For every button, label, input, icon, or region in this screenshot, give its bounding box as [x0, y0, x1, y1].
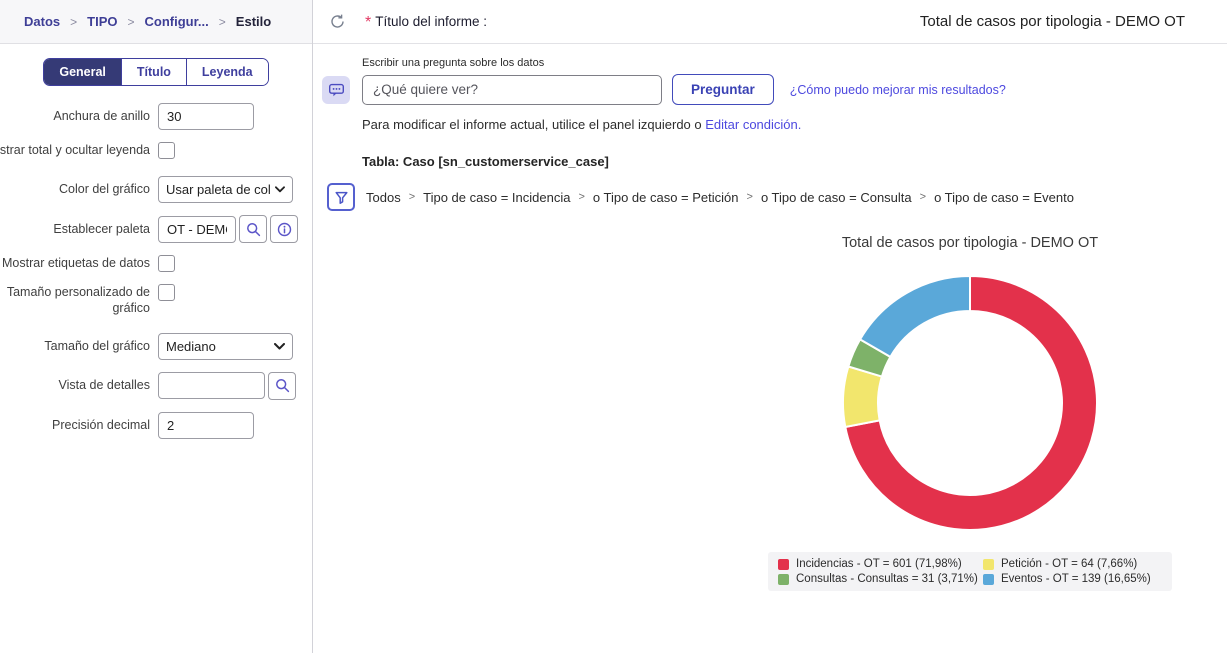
modify-hint: Para modificar el informe actual, utilic… [362, 117, 1227, 132]
filter-condition-o-tipo-de-caso-consulta[interactable]: o Tipo de caso = Consulta [761, 190, 912, 205]
filter-condition-todos[interactable]: Todos [366, 190, 401, 205]
legend-swatch [983, 573, 994, 585]
refresh-button[interactable] [323, 8, 351, 36]
donut-chart [842, 274, 1098, 531]
filter-funnel-icon [334, 191, 348, 204]
report-designer: Datos > TIPO > Configur... > Estilo General Tít… [0, 0, 1227, 653]
search-icon [246, 222, 260, 236]
modify-hint-text: Para modificar el informe actual, utilic… [362, 117, 702, 132]
filter-row: Todos > Tipo de caso = Incidencia > o Tipo d… [327, 183, 1227, 211]
ring-width-label: Anchura de anillo [53, 109, 150, 124]
drilldown-input[interactable] [158, 372, 265, 399]
ask-label: Escribir una pregunta sobre los datos [362, 57, 545, 69]
chart-color-label: Color del gráfico [58, 182, 150, 197]
donut-slice-eventos-ot[interactable] [858, 274, 971, 359]
filter-separator: > [919, 191, 927, 203]
custom-size-checkbox[interactable] [158, 284, 175, 301]
tab-general[interactable]: General [44, 59, 121, 85]
chart-legend: Incidencias - OT = 601 (71,98%) Petición … [768, 552, 1172, 591]
palette-info-button[interactable] [270, 215, 298, 243]
style-tabs: General Título Leyenda [43, 58, 269, 86]
filter-condition-tipo-de-caso-incidencia[interactable]: Tipo de caso = Incidencia [423, 190, 570, 205]
legend-item-consultas-consultas[interactable]: Consultas - Consultas = 31 (3,71%) [778, 573, 983, 585]
drilldown-label: Vista de detalles [58, 378, 151, 393]
info-icon [277, 222, 291, 236]
report-main: * Título del informe : Total de casos po… [313, 0, 1227, 653]
style-settings-panel: GeneralTítuloLeyenda Anchura de anillo M… [0, 44, 312, 653]
form-row-precision: Precisión decimal [0, 411, 312, 439]
show-total-label: Mostrar total y ocultar leyenda [0, 143, 150, 158]
legend-item-eventos-ot[interactable]: Eventos - OT = 139 (16,65%) [983, 573, 1162, 585]
improve-results-link[interactable]: ¿Cómo puedo mejorar mis resultados? [790, 83, 1006, 97]
form-row-custom-size: Tamaño personalizado de gráfico [0, 284, 312, 317]
legend-label: Petición - OT = 64 (7,66%) [1001, 558, 1138, 570]
breadcrumb-item-configur[interactable]: Configur... [145, 14, 209, 29]
data-labels-label: Mostrar etiquetas de datos [2, 256, 150, 271]
filter-condition-o-tipo-de-caso-peticion[interactable]: o Tipo de caso = Petición [593, 190, 739, 205]
table-info: Tabla: Caso [sn_customerservice_case] [362, 154, 609, 169]
breadcrumb-item-tipo[interactable]: TIPO [87, 14, 117, 29]
custom-size-label: Tamaño personalizado de gráfico [6, 285, 150, 316]
form-row-drilldown: Vista de detalles [0, 371, 312, 400]
legend-swatch [778, 573, 789, 585]
question-input[interactable] [362, 74, 662, 105]
precision-input[interactable] [158, 411, 254, 439]
legend-label: Consultas - Consultas = 31 (3,71%) [796, 573, 978, 585]
edit-condition-link[interactable]: Editar condición. [705, 117, 801, 132]
filter-separator: > [746, 191, 753, 203]
chevron-down-icon [275, 186, 285, 193]
form-row-ring-width: Anchura de anillo [0, 103, 312, 130]
filter-separator: > [408, 191, 416, 203]
form-row-chart-size: Tamaño del gráfico Mediano [0, 332, 312, 360]
chart-size-select-value: Mediano [166, 338, 216, 354]
style-sidebar: Datos > TIPO > Configur... > Estilo General Tít… [0, 0, 313, 653]
form-row-set-palette: Establecer paleta [0, 215, 312, 243]
filter-button[interactable] [327, 183, 355, 211]
report-title-label: Título del informe : [375, 14, 488, 29]
chart-block: Total de casos por tipologia - DEMO OT I… [720, 235, 1220, 591]
legend-label: Incidencias - OT = 601 (71,98%) [796, 558, 962, 570]
sidebar-breadcrumb: Datos > TIPO > Configur... > Estilo [0, 0, 312, 44]
precision-label: Precisión decimal [52, 417, 150, 432]
filter-separator: > [578, 191, 585, 203]
legend-item-incidencias-ot[interactable]: Incidencias - OT = 601 (71,98%) [778, 558, 983, 570]
drilldown-search-button[interactable] [268, 371, 296, 400]
legend-swatch [983, 558, 994, 570]
chart-color-select[interactable]: Usar paleta de color [158, 176, 293, 203]
tab-titulo[interactable]: Título [120, 59, 186, 85]
chat-bubble-icon [322, 75, 350, 104]
breadcrumb-separator: > [127, 14, 135, 29]
chevron-down-icon [274, 342, 285, 349]
form-row-data-labels: Mostrar etiquetas de datos [0, 255, 312, 272]
legend-item-peticion-ot[interactable]: Petición - OT = 64 (7,66%) [983, 558, 1162, 570]
legend-swatch [778, 558, 789, 570]
form-row-chart-color: Color del gráfico Usar paleta de color [0, 176, 312, 203]
search-icon [275, 379, 289, 393]
refresh-icon [330, 14, 344, 28]
chart-color-select-value: Usar paleta de color [166, 182, 272, 197]
report-title-value: Total de casos por tipologia - DEMO OT [919, 13, 1185, 30]
report-header: * Título del informe : Total de casos po… [313, 0, 1227, 44]
chart-size-select[interactable]: Mediano [158, 332, 293, 360]
palette-input[interactable] [158, 215, 236, 243]
palette-search-button[interactable] [239, 215, 267, 243]
data-labels-checkbox[interactable] [158, 255, 175, 272]
required-asterisk: * [365, 13, 372, 31]
form-row-show-total: Mostrar total y ocultar leyenda [0, 142, 312, 159]
filter-condition-trail: Todos > Tipo de caso = Incidencia > o Tipo d… [366, 190, 1074, 205]
legend-label: Eventos - OT = 139 (16,65%) [1001, 573, 1151, 585]
ask-section: Escribir una pregunta sobre los datos Pr… [313, 44, 1227, 132]
breadcrumb-item-datos[interactable]: Datos [24, 14, 60, 29]
breadcrumb-separator: > [218, 14, 226, 29]
ring-width-input[interactable] [158, 103, 254, 130]
breadcrumb-item-estilo: Estilo [235, 14, 272, 29]
breadcrumb-separator: > [70, 14, 78, 29]
set-palette-label: Establecer paleta [53, 221, 150, 236]
tab-leyenda[interactable]: Leyenda [185, 59, 268, 85]
ask-button[interactable]: Preguntar [672, 74, 774, 105]
show-total-checkbox[interactable] [158, 142, 175, 159]
chart-title: Total de casos por tipologia - DEMO OT [841, 235, 1099, 251]
chart-size-label: Tamaño del gráfico [44, 338, 150, 353]
filter-condition-o-tipo-de-caso-evento[interactable]: o Tipo de caso = Evento [934, 190, 1074, 205]
